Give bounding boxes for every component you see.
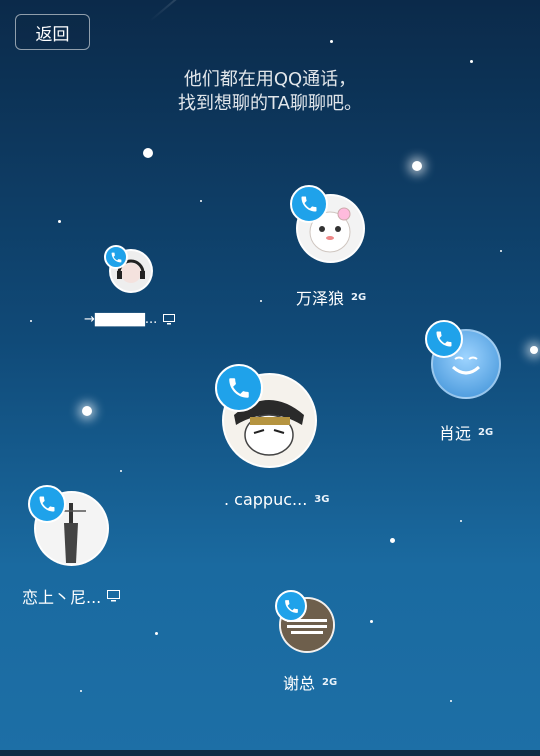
star bbox=[370, 620, 373, 623]
star bbox=[390, 538, 395, 543]
back-button[interactable]: 返回 bbox=[15, 14, 90, 50]
star bbox=[155, 632, 158, 635]
star bbox=[120, 470, 122, 472]
star bbox=[30, 320, 32, 322]
contact-name: 谢总 bbox=[283, 674, 316, 693]
star bbox=[200, 200, 202, 202]
call-badge[interactable] bbox=[28, 485, 66, 523]
call-badge[interactable] bbox=[290, 185, 328, 223]
star bbox=[530, 346, 538, 354]
bottom-bar bbox=[0, 750, 540, 756]
phone-icon bbox=[39, 496, 55, 512]
network-badge: 2G bbox=[322, 676, 338, 688]
star bbox=[330, 40, 333, 43]
contact-name: 肖远 bbox=[439, 424, 472, 443]
star bbox=[450, 700, 452, 702]
headline-line-1: 他们都在用QQ通话， bbox=[183, 69, 357, 90]
network-badge: 2G bbox=[478, 426, 494, 438]
contact-name: →▇▇▇▇▇... bbox=[84, 312, 158, 327]
star bbox=[500, 250, 502, 252]
computer-icon bbox=[163, 314, 176, 325]
phone-icon bbox=[301, 196, 317, 212]
star bbox=[82, 406, 92, 416]
call-badge[interactable] bbox=[425, 320, 463, 358]
meteor-trail bbox=[149, 0, 289, 22]
phone-icon bbox=[436, 331, 452, 347]
star bbox=[460, 520, 462, 522]
phone-icon bbox=[111, 252, 121, 262]
contact-name: 恋上丶尼... bbox=[22, 588, 102, 607]
network-badge: 2G bbox=[351, 291, 367, 303]
star bbox=[260, 300, 262, 302]
computer-icon bbox=[107, 590, 121, 602]
contact-name: . cappuc... bbox=[224, 490, 308, 509]
star bbox=[143, 148, 153, 158]
page-headline: 他们都在用QQ通话， 找到想聊的TA聊聊吧。 bbox=[0, 68, 540, 116]
star bbox=[412, 161, 422, 171]
phone-icon bbox=[284, 599, 298, 613]
call-badge[interactable] bbox=[275, 590, 307, 622]
network-badge: 3G bbox=[314, 494, 330, 505]
phone-icon bbox=[229, 378, 249, 398]
call-badge[interactable] bbox=[215, 364, 263, 412]
contact-name: 万泽狼 bbox=[296, 289, 345, 308]
star bbox=[470, 60, 473, 63]
star bbox=[58, 220, 61, 223]
star bbox=[80, 690, 82, 692]
headline-line-2: 找到想聊的TA聊聊吧。 bbox=[178, 93, 362, 114]
call-badge[interactable] bbox=[104, 245, 128, 269]
